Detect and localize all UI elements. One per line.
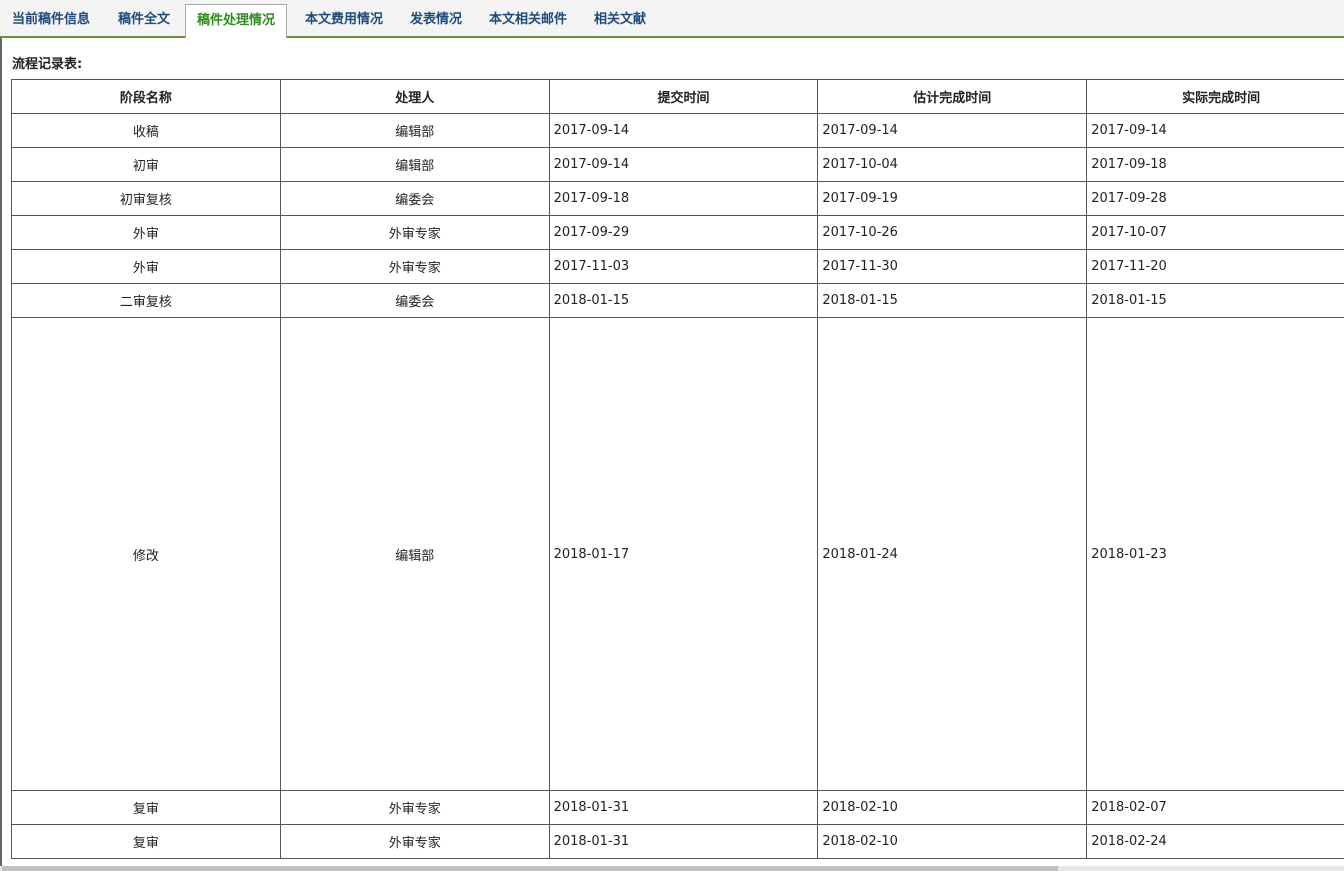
header-handler: 处理人 bbox=[279, 79, 550, 114]
process-record-table: 阶段名称 处理人 提交时间 估计完成时间 实际完成时间 收稿 编辑部 2017-09… bbox=[11, 79, 1344, 859]
actual-time-cell: 2018-01-15 bbox=[1086, 283, 1344, 318]
actual-time-cell: 2018-02-07 bbox=[1086, 790, 1344, 825]
estimated-time-cell: 2017-09-14 bbox=[817, 113, 1088, 148]
tab-full-text[interactable]: 稿件全文 bbox=[118, 8, 170, 27]
stage-cell: 初审 bbox=[11, 147, 281, 182]
content-panel: 流程记录表: 阶段名称 处理人 提交时间 估计完成时间 实际完成时间 收稿 编辑部… bbox=[0, 38, 1344, 871]
header-submit-time: 提交时间 bbox=[548, 79, 819, 114]
submit-time-cell: 2018-01-31 bbox=[548, 790, 819, 825]
stage-cell: 二审复核 bbox=[11, 283, 281, 318]
table-row: 初审复核 编委会 2017-09-18 2017-09-19 2017-09-28 bbox=[11, 181, 1344, 216]
estimated-time-cell: 2018-02-10 bbox=[817, 790, 1088, 825]
tab-emails[interactable]: 本文相关邮件 bbox=[489, 8, 567, 27]
actual-time-cell: 2018-02-24 bbox=[1086, 824, 1344, 859]
stage-cell: 收稿 bbox=[11, 113, 281, 148]
estimated-time-cell: 2017-09-19 bbox=[817, 181, 1088, 216]
header-actual-time: 实际完成时间 bbox=[1086, 79, 1344, 114]
submit-time-cell: 2017-11-03 bbox=[548, 249, 819, 284]
table-row: 收稿 编辑部 2017-09-14 2017-09-14 2017-09-14 bbox=[11, 113, 1344, 148]
stage-cell: 复审 bbox=[11, 790, 281, 825]
stage-cell: 外审 bbox=[11, 249, 281, 284]
estimated-time-cell: 2017-10-04 bbox=[817, 147, 1088, 182]
tab-current-manuscript-info[interactable]: 当前稿件信息 bbox=[12, 8, 90, 27]
tab-fees[interactable]: 本文费用情况 bbox=[305, 8, 383, 27]
table-row: 复审 外审专家 2018-01-31 2018-02-10 2018-02-24 bbox=[11, 824, 1344, 859]
tab-publication[interactable]: 发表情况 bbox=[410, 8, 462, 27]
actual-time-cell: 2017-09-18 bbox=[1086, 147, 1344, 182]
horizontal-scrollbar[interactable] bbox=[0, 866, 1344, 871]
tab-references[interactable]: 相关文献 bbox=[594, 8, 646, 27]
submit-time-cell: 2018-01-15 bbox=[548, 283, 819, 318]
header-estimated-time: 估计完成时间 bbox=[817, 79, 1088, 114]
handler-cell: 编辑部 bbox=[279, 113, 550, 148]
submit-time-cell: 2017-09-14 bbox=[548, 147, 819, 182]
submit-time-cell: 2017-09-18 bbox=[548, 181, 819, 216]
estimated-time-cell: 2018-01-15 bbox=[817, 283, 1088, 318]
table-row: 复审 外审专家 2018-01-31 2018-02-10 2018-02-07 bbox=[11, 790, 1344, 825]
actual-time-cell: 2017-11-20 bbox=[1086, 249, 1344, 284]
handler-cell: 编辑部 bbox=[279, 317, 550, 791]
table-row: 修改 编辑部 2018-01-17 2018-01-24 2018-01-23 bbox=[11, 317, 1344, 791]
submit-time-cell: 2017-09-14 bbox=[548, 113, 819, 148]
handler-cell: 编委会 bbox=[279, 283, 550, 318]
table-row: 二审复核 编委会 2018-01-15 2018-01-15 2018-01-15 bbox=[11, 283, 1344, 318]
scrollbar-thumb[interactable] bbox=[2, 866, 1058, 871]
handler-cell: 外审专家 bbox=[279, 824, 550, 859]
estimated-time-cell: 2017-10-26 bbox=[817, 215, 1088, 250]
submit-time-cell: 2017-09-29 bbox=[548, 215, 819, 250]
estimated-time-cell: 2018-02-10 bbox=[817, 824, 1088, 859]
table-caption: 流程记录表: bbox=[12, 57, 83, 72]
submit-time-cell: 2018-01-17 bbox=[548, 317, 819, 791]
tab-processing-status[interactable]: 稿件处理情况 bbox=[185, 4, 288, 38]
handler-cell: 外审专家 bbox=[279, 215, 550, 250]
tab-bar: 当前稿件信息 稿件全文 稿件处理情况 本文费用情况 发表情况 本文相关邮件 相关… bbox=[0, 0, 1344, 38]
actual-time-cell: 2017-10-07 bbox=[1086, 215, 1344, 250]
table-row: 外审 外审专家 2017-11-03 2017-11-30 2017-11-20 bbox=[11, 249, 1344, 284]
submit-time-cell: 2018-01-31 bbox=[548, 824, 819, 859]
stage-cell: 初审复核 bbox=[11, 181, 281, 216]
handler-cell: 编委会 bbox=[279, 181, 550, 216]
estimated-time-cell: 2017-11-30 bbox=[817, 249, 1088, 284]
header-stage: 阶段名称 bbox=[11, 79, 281, 114]
actual-time-cell: 2017-09-14 bbox=[1086, 113, 1344, 148]
table-row: 初审 编辑部 2017-09-14 2017-10-04 2017-09-18 bbox=[11, 147, 1344, 182]
handler-cell: 外审专家 bbox=[279, 790, 550, 825]
handler-cell: 编辑部 bbox=[279, 147, 550, 182]
actual-time-cell: 2017-09-28 bbox=[1086, 181, 1344, 216]
table-row: 外审 外审专家 2017-09-29 2017-10-26 2017-10-07 bbox=[11, 215, 1344, 250]
stage-cell: 复审 bbox=[11, 824, 281, 859]
handler-cell: 外审专家 bbox=[279, 249, 550, 284]
estimated-time-cell: 2018-01-24 bbox=[817, 317, 1088, 791]
stage-cell: 修改 bbox=[11, 317, 281, 791]
stage-cell: 外审 bbox=[11, 215, 281, 250]
actual-time-cell: 2018-01-23 bbox=[1086, 317, 1344, 791]
table-header-row: 阶段名称 处理人 提交时间 估计完成时间 实际完成时间 bbox=[11, 79, 1344, 114]
